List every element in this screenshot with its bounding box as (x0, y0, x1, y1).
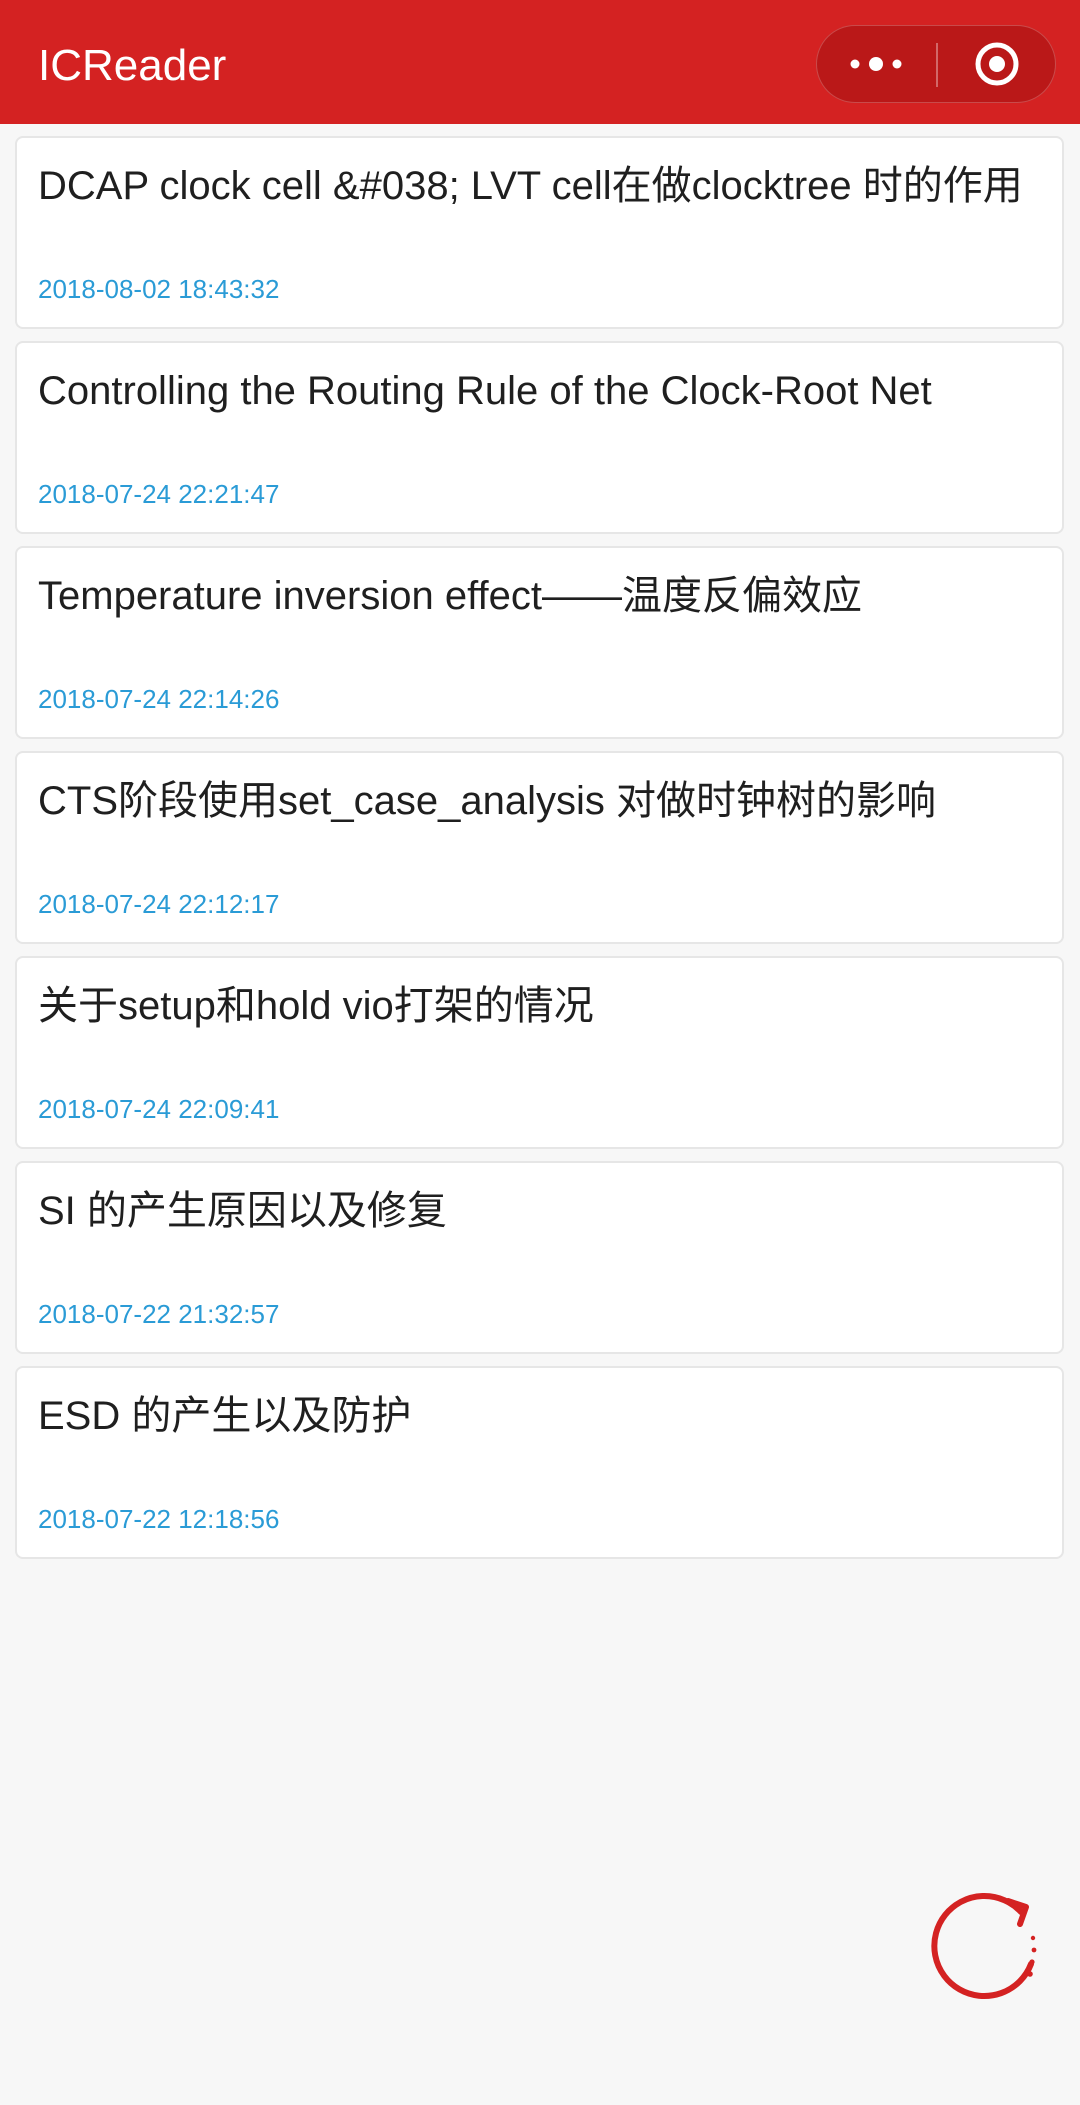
article-card[interactable]: CTS阶段使用set_case_analysis 对做时钟树的影响 2018-0… (15, 751, 1064, 944)
refresh-button[interactable] (918, 1882, 1048, 2012)
more-dots-icon (850, 57, 902, 71)
nav-bar: ICReader (0, 0, 1080, 124)
article-title: SI 的产生原因以及修复 (38, 1189, 447, 1233)
article-card[interactable]: SI 的产生原因以及修复 2018-07-22 21:32:57 (15, 1161, 1064, 1354)
article-title: DCAP clock cell &#038; LVT cell在做clocktr… (38, 164, 1023, 208)
more-button[interactable] (817, 26, 935, 102)
article-card[interactable]: DCAP clock cell &#038; LVT cell在做clocktr… (15, 136, 1064, 329)
article-date: 2018-07-24 22:21:47 (38, 479, 280, 509)
article-card[interactable]: Temperature inversion effect——温度反偏效应 201… (15, 546, 1064, 739)
article-card[interactable]: Controlling the Routing Rule of the Cloc… (15, 341, 1064, 534)
article-date: 2018-07-22 12:18:56 (38, 1504, 280, 1534)
article-card[interactable]: 关于setup和hold vio打架的情况 2018-07-24 22:09:4… (15, 956, 1064, 1149)
article-list: DCAP clock cell &#038; LVT cell在做clocktr… (15, 136, 1064, 1571)
article-title: 关于setup和hold vio打架的情况 (38, 984, 594, 1028)
article-date: 2018-07-24 22:14:26 (38, 684, 280, 714)
close-button[interactable] (938, 26, 1055, 102)
article-card[interactable]: ESD 的产生以及防护 2018-07-22 12:18:56 (15, 1366, 1064, 1559)
mini-program-capsule (816, 25, 1056, 103)
article-date: 2018-07-24 22:09:41 (38, 1094, 280, 1124)
article-title: CTS阶段使用set_case_analysis 对做时钟树的影响 (38, 779, 936, 823)
article-date: 2018-07-24 22:12:17 (38, 889, 280, 919)
article-title: ESD 的产生以及防护 (38, 1394, 412, 1438)
target-circle-icon (975, 42, 1019, 86)
refresh-icon (931, 1893, 1037, 1999)
article-title: Temperature inversion effect——温度反偏效应 (38, 574, 862, 618)
app-title: ICReader (38, 41, 227, 90)
article-title: Controlling the Routing Rule of the Cloc… (38, 369, 932, 413)
article-date: 2018-07-22 21:32:57 (38, 1299, 280, 1329)
article-date: 2018-08-02 18:43:32 (38, 274, 280, 304)
